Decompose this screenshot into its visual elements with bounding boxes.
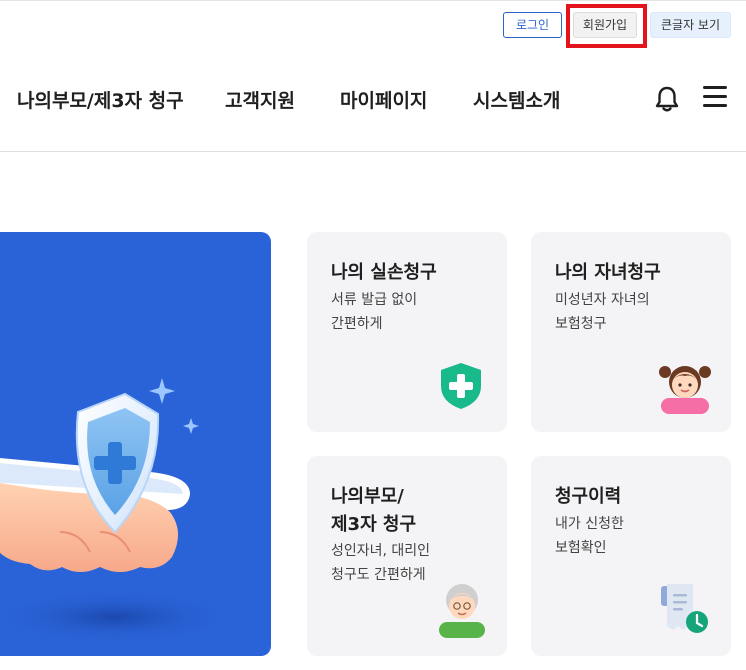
card-title: 나의 자녀청구 — [555, 262, 661, 283]
bell-icon[interactable] — [652, 84, 682, 114]
utility-bar: 로그인 회원가입 큰글자 보기 — [0, 0, 746, 52]
main-nav: 나의부모/제3자 청구 고객지원 마이페이지 시스템소개 — [0, 52, 746, 152]
child-avatar-icon — [659, 366, 711, 414]
card-description: 내가 신청한 보험확인 — [555, 516, 624, 556]
card-description: 미성년자 자녀의 보험청구 — [555, 292, 650, 332]
card-child-claim[interactable]: 나의 자녀청구 미성년자 자녀의 보험청구 — [531, 232, 731, 432]
large-text-button[interactable]: 큰글자 보기 — [650, 12, 731, 38]
grandparent-avatar-icon — [439, 584, 485, 638]
nav-item-system-intro[interactable]: 시스템소개 — [473, 86, 560, 113]
card-parent-claim[interactable]: 나의부모/ 제3자 청구 성인자녀, 대리인 청구도 간편하게 — [307, 456, 507, 656]
receipt-clock-icon — [661, 584, 708, 633]
nav-item-parent-claim[interactable]: 나의부모/제3자 청구 — [17, 86, 184, 113]
login-button[interactable]: 로그인 — [503, 12, 562, 38]
card-title: 청구이력 — [555, 486, 622, 507]
nav-item-customer-support[interactable]: 고객지원 — [225, 86, 295, 113]
card-my-claim[interactable]: 나의 실손청구 서류 발급 없이 간편하게 — [307, 232, 507, 432]
hero-banner — [0, 232, 271, 656]
shield-plus-icon — [441, 363, 481, 409]
card-title: 나의 실손청구 — [331, 262, 437, 283]
nav-item-my-page[interactable]: 마이페이지 — [340, 86, 427, 113]
hands-shield-illustration — [0, 378, 240, 645]
card-description: 서류 발급 없이 간편하게 — [331, 292, 418, 332]
card-description: 성인자녀, 대리인 청구도 간편하게 — [331, 543, 431, 583]
hamburger-menu-icon[interactable] — [703, 86, 727, 108]
card-title: 나의부모/ 제3자 청구 — [331, 486, 417, 535]
card-claim-history[interactable]: 청구이력 내가 신청한 보험확인 — [531, 456, 731, 656]
signup-button[interactable]: 회원가입 — [573, 12, 637, 38]
